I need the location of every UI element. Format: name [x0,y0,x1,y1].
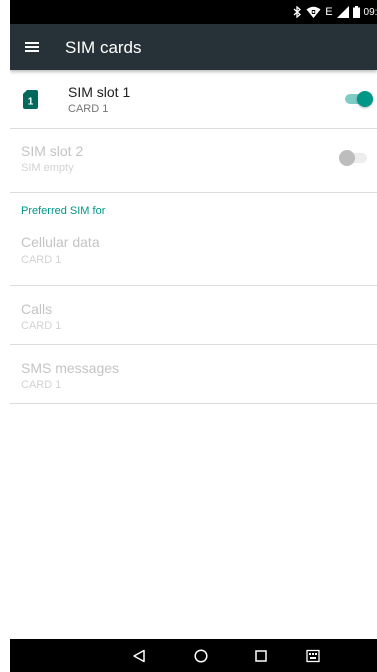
sim-slot-2-row: SIM slot 2 SIM empty Preferred SIM for [10,129,377,217]
preferred-cellular-data-row: Cellular data CARD 1 [10,193,377,286]
app-toolbar: SIM cards [10,24,377,70]
toggle-thumb [357,91,373,107]
status-icons: E 09:3 [293,0,377,24]
calls-subtitle: CARD 1 [21,320,62,332]
sim-slot-2-subtitle: SIM empty [21,162,74,174]
preferred-calls-row: Calls CARD 1 [10,286,377,345]
network-type-label: E [325,6,333,18]
battery-icon [352,6,360,18]
calls-title: Calls [21,301,53,317]
sim-settings-list: 1 SIM slot 1 CARD 1 SIM slot 2 SIM empty… [10,70,377,404]
cell-signal-icon [336,6,349,18]
back-triangle-icon[interactable] [126,643,152,669]
cellular-data-subtitle: CARD 1 [21,254,62,266]
cellular-data-title: Cellular data [21,234,100,250]
keyboard-switch-icon[interactable] [300,643,326,669]
sim-card-icon: 1 [23,90,38,109]
toggle-thumb [339,150,355,166]
clock-time: 09:3 [363,6,377,18]
sim-slot-2-toggle [339,150,367,166]
status-bar: E 09:3 [10,0,377,24]
sms-messages-subtitle: CARD 1 [21,379,62,391]
home-circle-icon[interactable] [188,643,214,669]
bluetooth-icon [293,6,302,18]
device-screen: E 09:3 SIM cards [10,0,377,672]
sim-slot-1-toggle[interactable] [345,91,373,107]
page-title: SIM cards [65,38,142,57]
wifi-vpn-icon [306,6,321,18]
preferred-sms-row: SMS messages CARD 1 [10,345,377,404]
sim-slot-1-subtitle: CARD 1 [68,103,109,115]
sim-slot-2-title: SIM slot 2 [21,143,84,159]
sim-slot-1-row[interactable]: 1 SIM slot 1 CARD 1 [10,70,377,129]
sms-messages-title: SMS messages [21,360,120,376]
hamburger-menu-icon[interactable] [16,31,48,63]
sim-slot-badge: 1 [28,97,34,108]
navigation-bar [10,639,377,672]
recents-square-icon[interactable] [248,643,274,669]
sim-slot-1-title: SIM slot 1 [68,84,131,100]
